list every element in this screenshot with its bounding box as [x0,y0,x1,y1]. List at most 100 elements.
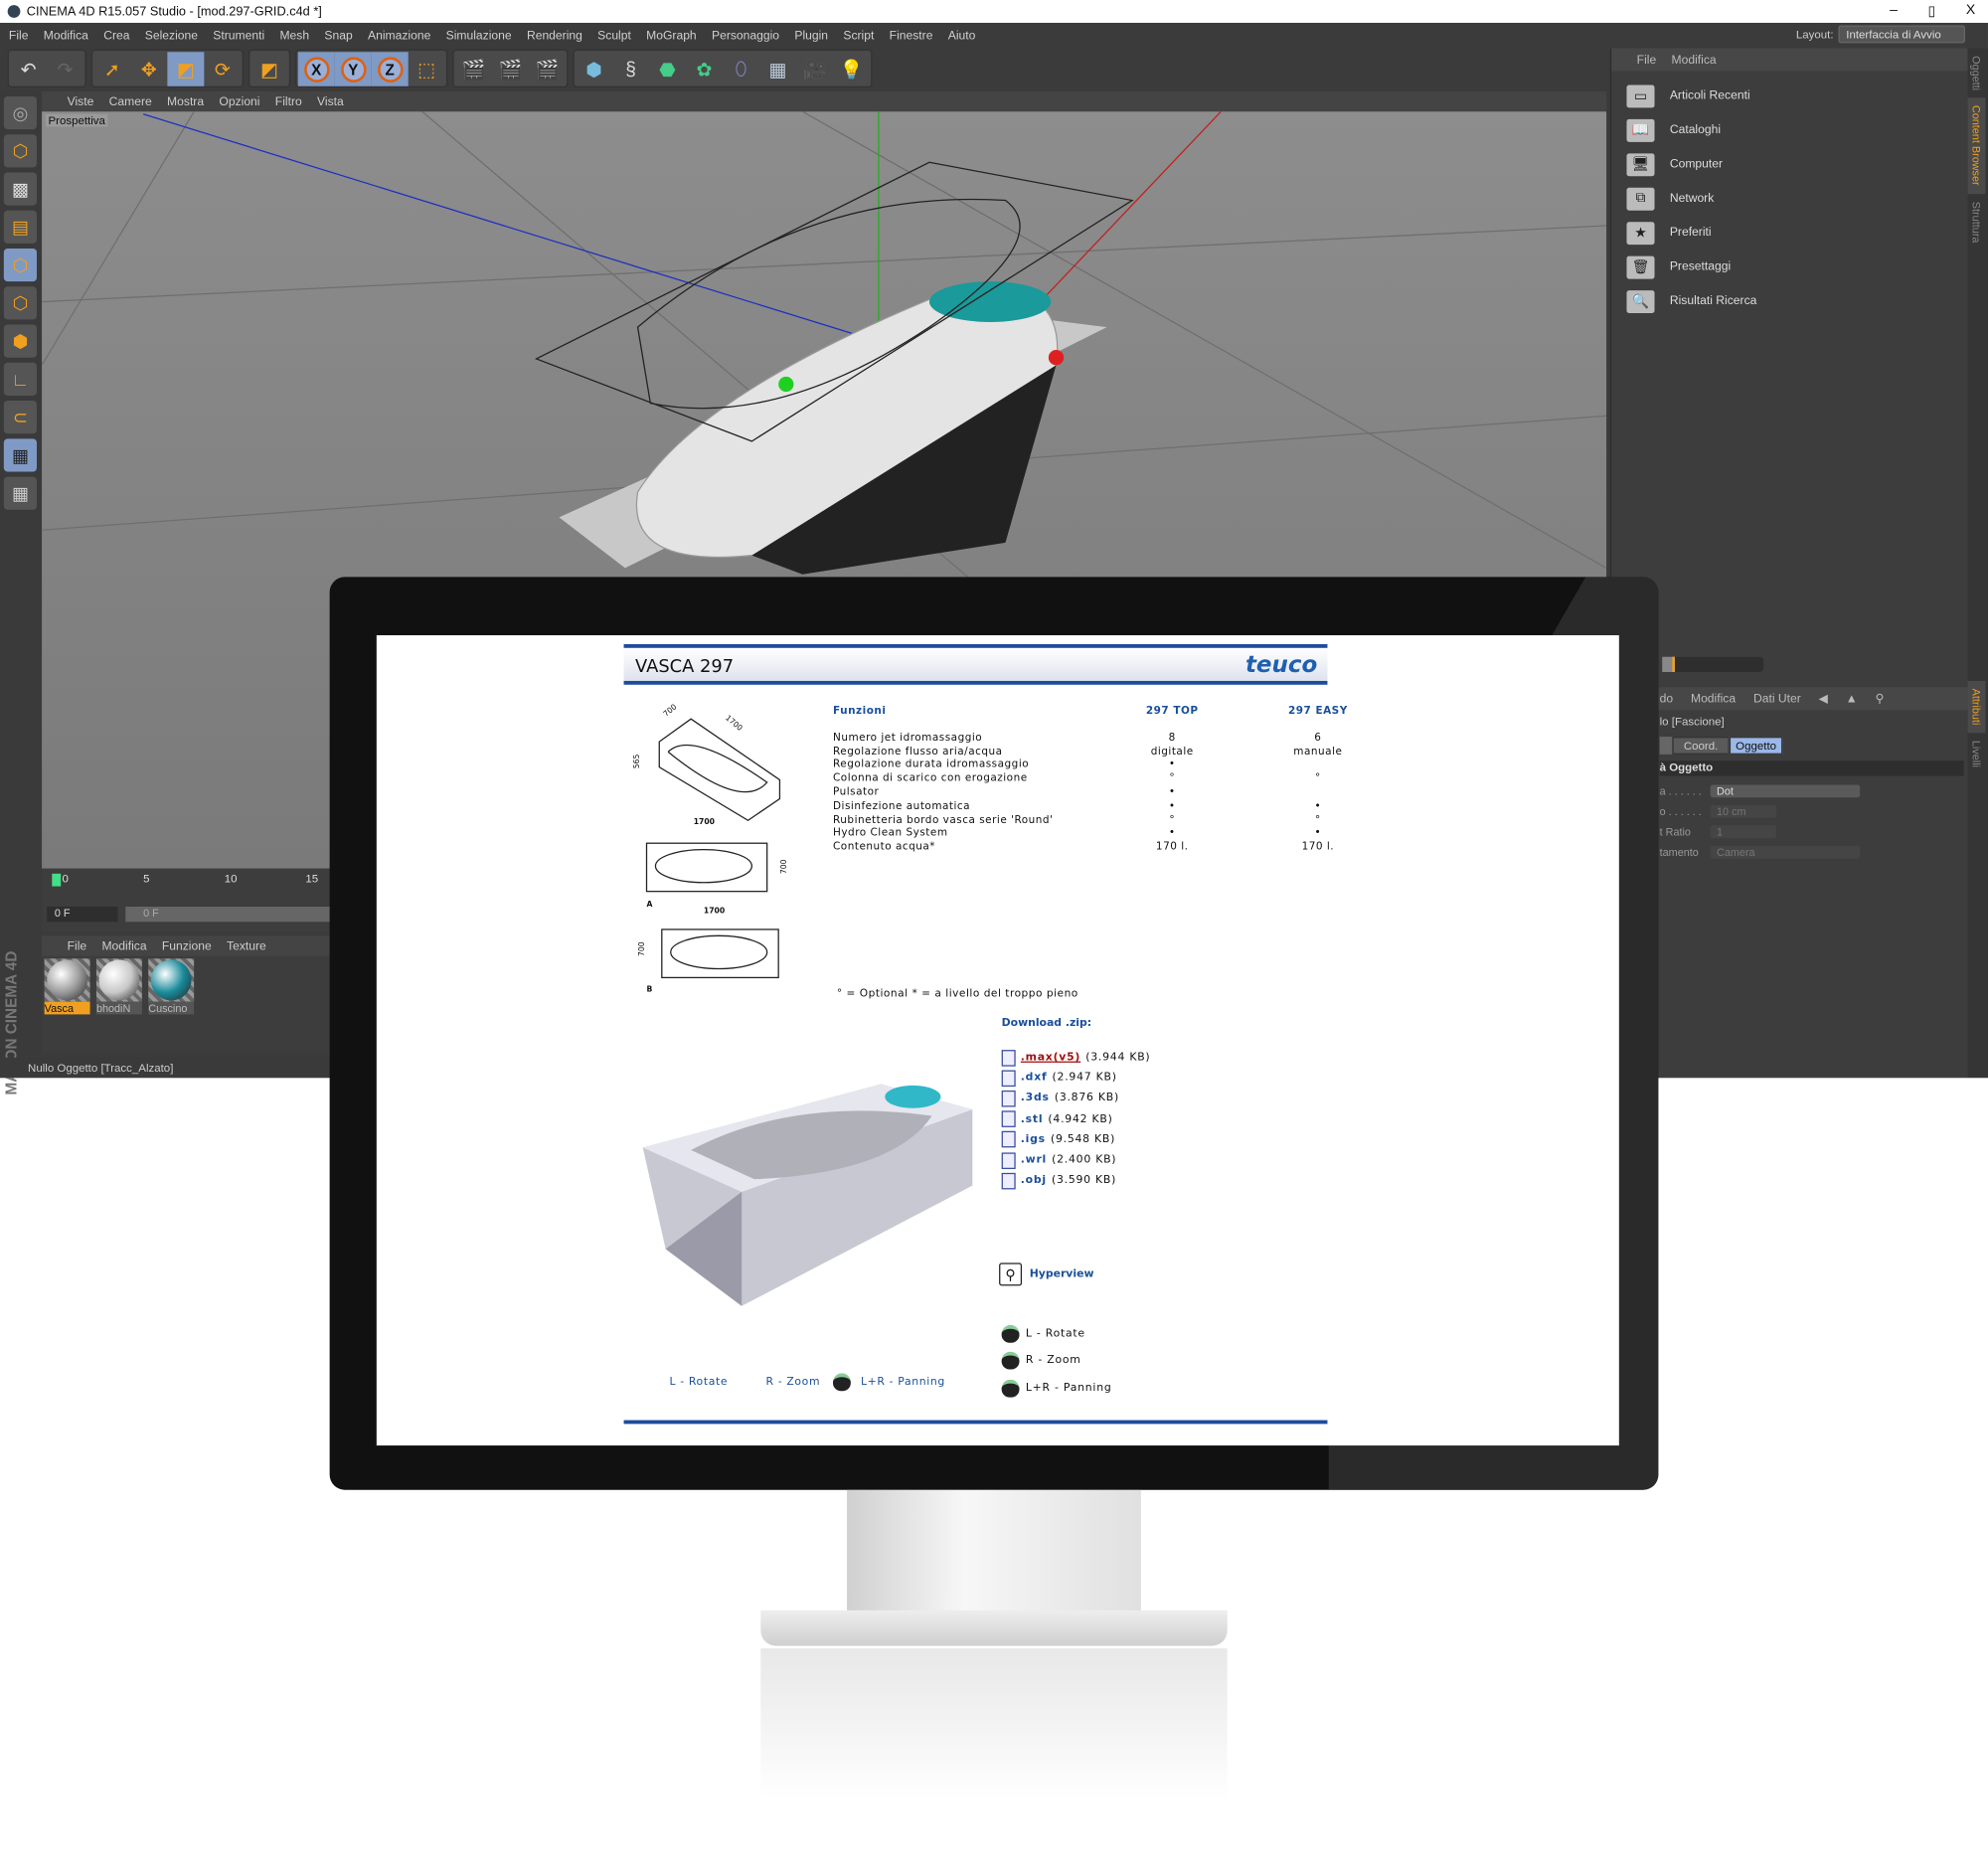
download-item[interactable]: .dxf (2.947 KB) [1001,1068,1151,1089]
menu-strumenti[interactable]: Strumenti [213,29,264,43]
polygons-mode-icon[interactable]: ⬢ [3,324,37,358]
download-item[interactable]: .max(v5) (3.944 KB) [1001,1048,1151,1069]
undo-icon[interactable]: ↶ [10,52,47,85]
cloner-icon[interactable]: ✿ [686,52,723,85]
side-tab-oggetti[interactable]: Oggetti [1968,48,1986,97]
menu-modifica[interactable]: Modifica [44,29,88,43]
material-swatch[interactable]: Cuscino [148,958,195,1015]
menu-aiuto[interactable]: Aiuto [948,29,976,43]
content-browser-item[interactable]: 🔍 Risultati Ricerca [1611,284,1967,318]
download-link[interactable]: .stl [1021,1112,1044,1125]
current-frame-field[interactable]: 0 F [47,906,118,923]
viewport-menu-camere[interactable]: Camere [109,94,152,108]
hyperview-link[interactable]: ⚲ Hyperview [999,1263,1093,1286]
content-browser-item[interactable]: ★ Preferiti [1611,216,1967,250]
light-icon[interactable]: 💡 [833,52,870,85]
download-item[interactable]: .obj (3.590 KB) [1001,1170,1151,1191]
coordinate-system-icon[interactable]: ⬚ [409,52,445,85]
menu-rendering[interactable]: Rendering [527,29,582,43]
make-editable-icon[interactable]: ◎ [3,95,37,130]
menu-file[interactable]: File [9,29,29,43]
close-button[interactable]: X [1966,3,1975,20]
attr-field-value[interactable]: 1 [1710,825,1776,839]
menu-mesh[interactable]: Mesh [279,29,309,43]
content-browser-item[interactable]: ⧉ Network [1611,181,1967,215]
download-link[interactable]: .dxf [1021,1072,1048,1085]
render-view-icon[interactable]: 🎬 [455,52,492,85]
content-browser-item[interactable]: 🖥 Computer [1611,147,1967,181]
attr-field-value[interactable]: 10 cm [1710,804,1776,818]
download-link[interactable]: .max(v5) [1021,1052,1080,1065]
back-arrow-icon[interactable]: ◀ [1819,692,1828,706]
menu-snap[interactable]: Snap [324,29,352,43]
floor-icon[interactable]: ▦ [759,52,796,85]
menu-simulazione[interactable]: Simulazione [446,29,512,43]
material-menu-file[interactable]: File [68,939,87,953]
workplane-lock-icon[interactable]: ▦ [3,438,37,472]
timeline[interactable]: 0 5 10 15 0 F 0 F [42,868,334,932]
attr-field-value[interactable]: Camera [1710,845,1861,859]
spline-pen-icon[interactable]: § [612,52,649,85]
attr-menu-dati-utente[interactable]: Dati Uter [1753,692,1801,706]
menu-crea[interactable]: Crea [103,29,129,43]
side-tab-content-browser[interactable]: Content Browser [1967,97,1986,194]
model-mode-icon[interactable]: ⬡ [3,134,37,168]
attr-menu-modo[interactable]: do [1660,692,1673,706]
content-browser-item[interactable]: 📖 Cataloghi [1611,113,1967,147]
menu-selezione[interactable]: Selezione [145,29,198,43]
redo-icon[interactable]: ↷ [47,52,83,85]
frame-range-slider[interactable]: 0 F [125,906,334,923]
download-link[interactable]: .obj [1021,1174,1047,1187]
z-axis-toggle[interactable]: Z [371,52,409,86]
select-tool-icon[interactable]: ➚ [93,52,130,85]
scale-tool-icon[interactable]: ◩ [167,52,205,86]
material-swatch[interactable]: bhodiN [95,958,142,1015]
up-arrow-icon[interactable]: ▲ [1846,692,1858,706]
points-mode-icon[interactable]: ⬡ [3,248,37,282]
download-link[interactable]: .wrl [1021,1154,1047,1167]
rotate-tool-icon[interactable]: ⟳ [204,52,241,85]
subdivision-icon[interactable]: ⬣ [649,52,686,85]
material-swatch[interactable]: Vasca [44,958,90,1015]
y-axis-toggle[interactable]: Y [334,52,372,86]
move-tool-icon[interactable]: ✥ [130,52,167,85]
cube-icon[interactable]: ⬢ [576,52,612,85]
material-menu-modifica[interactable]: Modifica [101,939,146,953]
edges-mode-icon[interactable]: ⬡ [3,286,37,320]
attr-field-value[interactable]: Dot [1710,784,1861,798]
bathtub-render[interactable] [640,1072,982,1325]
content-browser-item[interactable]: ▭ Articoli Recenti [1611,79,1967,112]
layout-dropdown[interactable]: Interfaccia di Avvio [1838,25,1966,44]
recent-tool-icon[interactable]: ◩ [251,52,288,85]
cb-menu-modifica[interactable]: Modifica [1672,53,1717,67]
side-tab-struttura[interactable]: Struttura [1968,194,1986,251]
teuco-logo[interactable]: teuco [1245,652,1317,679]
download-link[interactable]: .igs [1021,1133,1046,1146]
x-axis-toggle[interactable]: X [297,52,335,86]
tab-oggetto[interactable]: Oggetto [1729,737,1783,755]
download-item[interactable]: .stl (4.942 KB) [1001,1109,1151,1130]
axis-mode-icon[interactable]: ∟ [3,362,37,396]
snap-magnet-icon[interactable]: ⊂ [3,401,37,434]
texture-mode-icon[interactable]: ▩ [3,172,37,206]
preview-slider[interactable] [1662,656,1764,673]
download-item[interactable]: .wrl (2.400 KB) [1001,1150,1151,1171]
menu-personaggio[interactable]: Personaggio [712,29,779,43]
workplane-icon[interactable]: ▤ [3,210,37,244]
side-tab-attributi[interactable]: Attributi [1967,681,1986,734]
render-picture-viewer-icon[interactable]: 🎬 [492,52,529,85]
playhead[interactable] [52,873,62,887]
cb-menu-file[interactable]: File [1637,53,1657,67]
deformer-icon[interactable]: ⬯ [723,52,759,85]
viewport-menu-opzioni[interactable]: Opzioni [219,94,259,108]
viewport-menu-viste[interactable]: Viste [68,94,94,108]
menu-mograph[interactable]: MoGraph [646,29,697,43]
grid-icon[interactable]: ▦ [3,476,37,510]
restore-button[interactable]: ▯ [1928,3,1936,19]
material-menu-texture[interactable]: Texture [227,939,266,953]
menu-plugin[interactable]: Plugin [794,29,828,43]
viewport-menu-mostra[interactable]: Mostra [167,94,204,108]
camera-icon[interactable]: 🎥 [796,52,833,85]
render-settings-icon[interactable]: 🎬 [529,52,566,85]
viewport-menu-filtro[interactable]: Filtro [275,94,302,108]
